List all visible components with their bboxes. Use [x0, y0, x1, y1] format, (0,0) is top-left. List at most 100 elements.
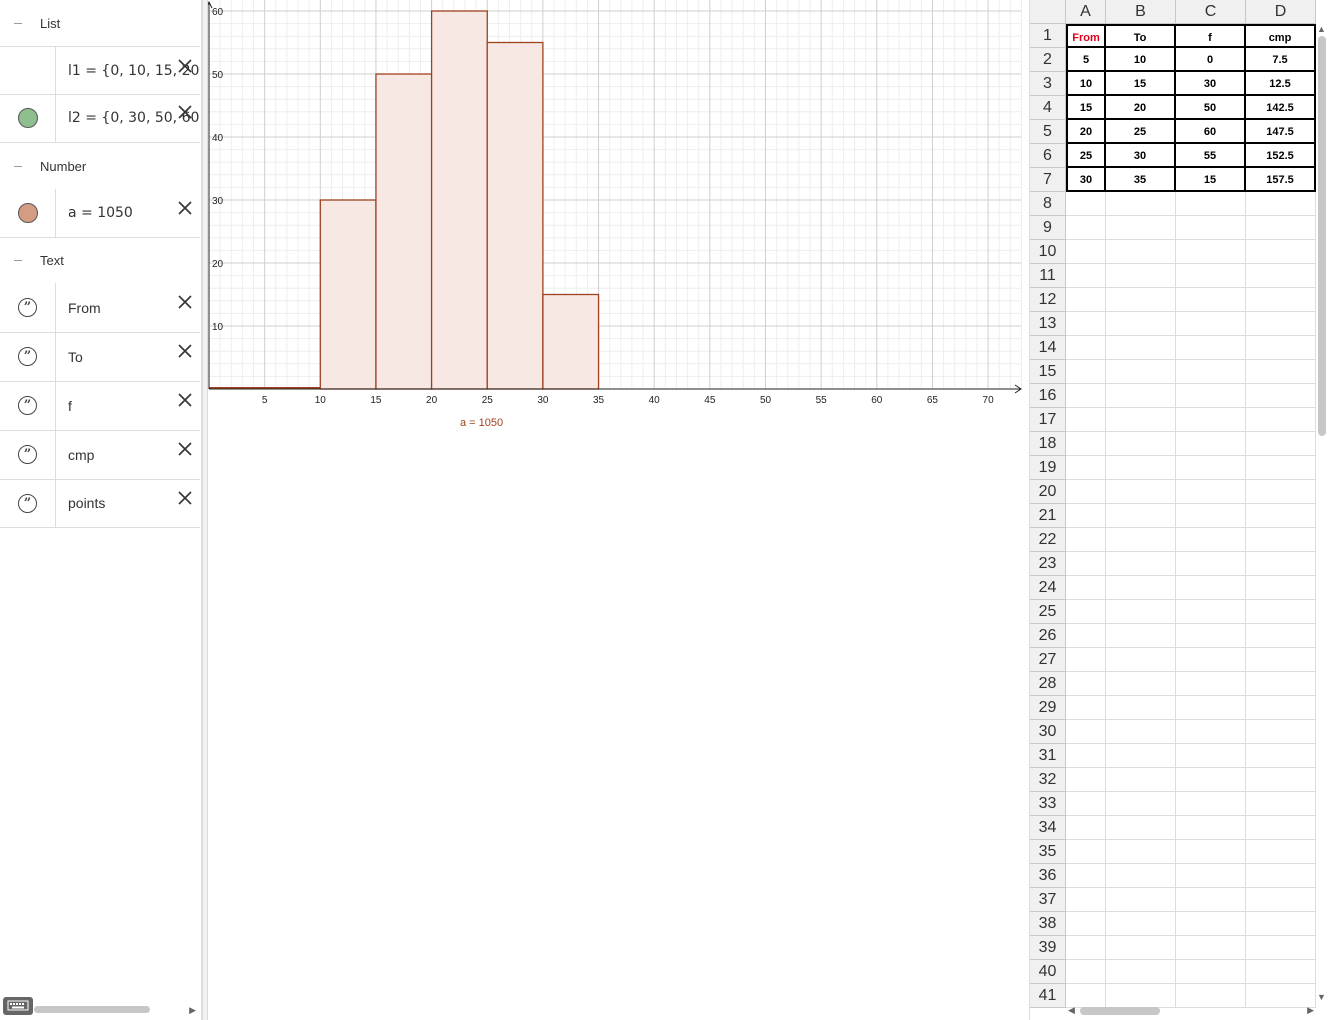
spreadsheet-cell[interactable] — [1106, 360, 1176, 384]
spreadsheet-cell[interactable]: 152.5 — [1246, 144, 1316, 168]
spreadsheet-cell[interactable]: 0 — [1176, 48, 1246, 72]
spreadsheet-cell[interactable] — [1066, 888, 1106, 912]
spreadsheet-cell[interactable] — [1246, 840, 1316, 864]
spreadsheet-cell[interactable]: 50 — [1176, 96, 1246, 120]
spreadsheet-cell[interactable] — [1246, 552, 1316, 576]
row-header[interactable]: 27 — [1030, 648, 1066, 672]
spreadsheet-cell[interactable] — [1176, 864, 1246, 888]
spreadsheet-cell[interactable] — [1246, 600, 1316, 624]
row-header[interactable]: 39 — [1030, 936, 1066, 960]
spreadsheet-cell[interactable]: 157.5 — [1246, 168, 1316, 192]
row-header[interactable]: 33 — [1030, 792, 1066, 816]
spreadsheet-cell[interactable]: 30 — [1176, 72, 1246, 96]
row-header[interactable]: 28 — [1030, 672, 1066, 696]
visibility-marble-icon[interactable] — [17, 203, 38, 223]
algebra-item[interactable]: ” f — [0, 381, 200, 431]
spreadsheet-cell[interactable]: 15 — [1106, 72, 1176, 96]
spreadsheet-cell[interactable] — [1246, 288, 1316, 312]
spreadsheet-vertical-scrollbar[interactable]: ▲ ▼ — [1315, 24, 1329, 1002]
spreadsheet-cell[interactable]: 7.5 — [1246, 48, 1316, 72]
scroll-right-arrow-icon[interactable]: ▶ — [189, 1005, 196, 1016]
spreadsheet-cell[interactable] — [1246, 384, 1316, 408]
spreadsheet-cell[interactable] — [1246, 960, 1316, 984]
spreadsheet-cell[interactable] — [1176, 792, 1246, 816]
spreadsheet-cell[interactable] — [1066, 240, 1106, 264]
row-header[interactable]: 24 — [1030, 576, 1066, 600]
scroll-right-arrow-icon[interactable]: ▶ — [1307, 1005, 1314, 1016]
scrollbar-thumb[interactable] — [1318, 36, 1326, 436]
item-marble-area[interactable]: ” — [0, 381, 56, 430]
spreadsheet-cell[interactable] — [1176, 936, 1246, 960]
spreadsheet-cell[interactable] — [1176, 888, 1246, 912]
item-marble-area[interactable] — [0, 47, 56, 94]
spreadsheet-cell[interactable] — [1176, 552, 1246, 576]
spreadsheet-cell[interactable] — [1106, 312, 1176, 336]
spreadsheet-cell[interactable]: 30 — [1106, 144, 1176, 168]
text-quote-icon[interactable]: ” — [18, 347, 37, 366]
spreadsheet-cell[interactable] — [1066, 264, 1106, 288]
spreadsheet-cell[interactable] — [1106, 288, 1176, 312]
spreadsheet-cell[interactable] — [1066, 576, 1106, 600]
algebra-item[interactable]: ” To — [0, 332, 200, 382]
spreadsheet-cell[interactable] — [1176, 240, 1246, 264]
spreadsheet-cell[interactable]: To — [1106, 24, 1176, 48]
spreadsheet-cell[interactable] — [1176, 600, 1246, 624]
row-header[interactable]: 25 — [1030, 600, 1066, 624]
row-header[interactable]: 40 — [1030, 960, 1066, 984]
spreadsheet-cell[interactable] — [1106, 240, 1176, 264]
item-marble-area[interactable]: ” — [0, 283, 56, 332]
spreadsheet-cell[interactable] — [1066, 840, 1106, 864]
spreadsheet-cell[interactable] — [1176, 480, 1246, 504]
spreadsheet-cell[interactable]: 10 — [1106, 48, 1176, 72]
spreadsheet-cell[interactable] — [1176, 336, 1246, 360]
row-header[interactable]: 9 — [1030, 216, 1066, 240]
row-header[interactable]: 11 — [1030, 264, 1066, 288]
spreadsheet-cell[interactable]: 20 — [1106, 96, 1176, 120]
text-quote-icon[interactable]: ” — [18, 298, 37, 317]
spreadsheet-cell[interactable] — [1176, 648, 1246, 672]
spreadsheet-cell[interactable] — [1106, 648, 1176, 672]
row-header[interactable]: 14 — [1030, 336, 1066, 360]
algebra-item[interactable]: ” cmp — [0, 430, 200, 480]
spreadsheet-cell[interactable] — [1176, 720, 1246, 744]
spreadsheet-cell[interactable] — [1176, 456, 1246, 480]
row-header[interactable]: 7 — [1030, 168, 1066, 192]
row-header[interactable]: 30 — [1030, 720, 1066, 744]
spreadsheet-cell[interactable]: f — [1176, 24, 1246, 48]
row-header[interactable]: 21 — [1030, 504, 1066, 528]
spreadsheet-cell[interactable] — [1066, 744, 1106, 768]
row-header[interactable]: 32 — [1030, 768, 1066, 792]
row-header[interactable]: 1 — [1030, 24, 1066, 48]
spreadsheet-cell[interactable] — [1066, 624, 1106, 648]
row-header[interactable]: 13 — [1030, 312, 1066, 336]
row-header[interactable]: 31 — [1030, 744, 1066, 768]
spreadsheet-cell[interactable] — [1176, 528, 1246, 552]
spreadsheet-cell[interactable] — [1246, 792, 1316, 816]
row-header[interactable]: 15 — [1030, 360, 1066, 384]
spreadsheet-cell[interactable] — [1066, 696, 1106, 720]
spreadsheet-cell[interactable] — [1066, 768, 1106, 792]
row-header[interactable]: 41 — [1030, 984, 1066, 1008]
spreadsheet-cell[interactable] — [1176, 288, 1246, 312]
spreadsheet-cell[interactable] — [1106, 744, 1176, 768]
spreadsheet-cell[interactable] — [1106, 672, 1176, 696]
spreadsheet-cell[interactable] — [1066, 960, 1106, 984]
spreadsheet-cell[interactable] — [1106, 552, 1176, 576]
delete-close-icon[interactable] — [178, 393, 192, 407]
spreadsheet-cell[interactable] — [1106, 192, 1176, 216]
graph-canvas[interactable]: 5 10 15 20 25 30 35 40 45 50 55 60 65 70 10 20 30 40 50 60 a… — [208, 0, 1023, 1020]
visibility-marble-icon[interactable] — [17, 107, 38, 128]
spreadsheet-cell[interactable] — [1246, 624, 1316, 648]
histogram-bar[interactable] — [430, 10, 488, 390]
spreadsheet-cell[interactable] — [1176, 672, 1246, 696]
scroll-down-arrow-icon[interactable]: ▼ — [1317, 992, 1326, 1002]
spreadsheet-cell[interactable] — [1066, 336, 1106, 360]
text-quote-icon[interactable]: ” — [18, 396, 37, 415]
scroll-left-arrow-icon[interactable]: ◀ — [1068, 1005, 1075, 1016]
spreadsheet-cell[interactable] — [1106, 216, 1176, 240]
spreadsheet-cell[interactable] — [1246, 480, 1316, 504]
delete-close-icon[interactable] — [178, 295, 192, 309]
spreadsheet-cell[interactable]: 55 — [1176, 144, 1246, 168]
spreadsheet-cell[interactable] — [1106, 432, 1176, 456]
row-header[interactable]: 22 — [1030, 528, 1066, 552]
